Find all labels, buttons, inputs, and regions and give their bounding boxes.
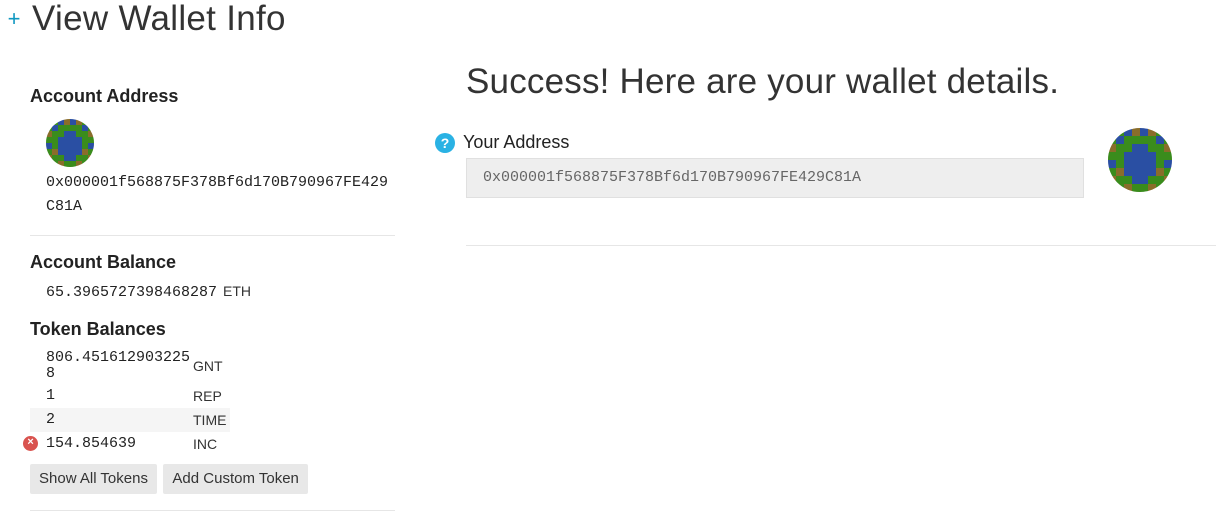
page-header: + View Wallet Info (4, 0, 286, 42)
token-balances-table: 806.4516129032258 GNT 1 REP 2 TIME × 154… (23, 348, 230, 456)
token-row: × 154.854639 INC (23, 432, 230, 456)
token-amount: 2 (30, 408, 191, 432)
token-amount-text: 154.854639 (46, 435, 137, 452)
show-all-tokens-button[interactable]: Show All Tokens (30, 464, 157, 494)
token-symbol: REP (193, 388, 222, 404)
account-address-value: 0x000001f568875F378Bf6d170B790967FE429C8… (46, 174, 389, 215)
account-address-heading: Account Address (30, 86, 179, 106)
token-amount: 1 (46, 387, 56, 404)
token-balances-heading: Token Balances (30, 319, 166, 339)
token-symbol: INC (193, 436, 218, 452)
section-divider (466, 245, 1216, 246)
token-row: 2 TIME (30, 408, 230, 432)
account-balance-heading: Account Balance (30, 252, 177, 272)
add-custom-token-button[interactable]: Add Custom Token (163, 464, 308, 494)
token-symbol: TIME (191, 408, 230, 432)
token-row: 806.4516129032258 GNT (30, 348, 230, 384)
your-address-label-text: Your Address (463, 132, 570, 152)
identicon-icon (1108, 128, 1172, 192)
token-amount: × 154.854639 (23, 432, 191, 456)
token-symbol: GNT (193, 358, 223, 374)
your-address-field[interactable]: 0x000001f568875F378Bf6d170B790967FE429C8… (466, 158, 1084, 198)
identicon-icon (46, 119, 94, 167)
token-row: 1 REP (30, 384, 230, 408)
token-actions: Show All Tokens Add Custom Token (30, 464, 395, 494)
balance-value: 65.3965727398468287 (46, 284, 218, 301)
section-divider (30, 235, 395, 236)
wallet-details: Success! Here are your wallet details. ?… (435, 62, 1216, 246)
token-amount: 806.4516129032258 (46, 349, 191, 382)
plus-icon[interactable]: + (4, 8, 24, 30)
remove-token-icon[interactable]: × (23, 436, 38, 451)
page-title: View Wallet Info (32, 0, 286, 38)
your-address-label: ? Your Address (435, 132, 569, 153)
account-balance: 65.3965727398468287 ETH (46, 283, 395, 301)
wallet-sidebar: Account Address 0x000001f568875F378Bf6d1… (23, 86, 395, 511)
success-title: Success! Here are your wallet details. (466, 62, 1060, 101)
section-divider (30, 510, 395, 511)
balance-unit: ETH (223, 283, 252, 299)
question-mark-icon[interactable]: ? (435, 132, 455, 153)
